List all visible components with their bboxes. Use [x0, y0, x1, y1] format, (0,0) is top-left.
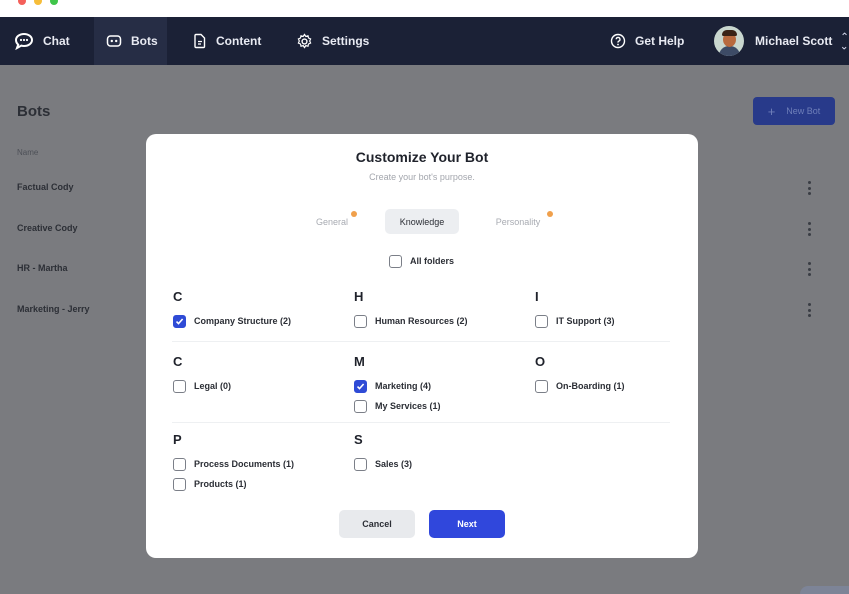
group-letter: O	[535, 354, 546, 369]
folder-label: On-Boarding (1)	[556, 381, 625, 391]
more-options-icon[interactable]	[806, 303, 812, 317]
next-button[interactable]: Next	[429, 510, 505, 538]
chat-bubble-icon	[14, 32, 34, 50]
nav-item-label: Bots	[131, 34, 158, 48]
close-window-button[interactable]	[18, 0, 26, 5]
group-letter: I	[535, 289, 539, 304]
group-letter: H	[354, 289, 364, 304]
background-shape	[800, 586, 849, 594]
maximize-window-button[interactable]	[50, 0, 58, 5]
all-folders-label: All folders	[410, 256, 455, 266]
tab-general[interactable]: General	[309, 209, 357, 234]
cancel-button[interactable]: Cancel	[339, 510, 415, 538]
document-icon	[194, 33, 206, 49]
more-options-icon[interactable]	[806, 222, 812, 236]
get-help-button[interactable]: Get Help	[610, 17, 684, 65]
user-menu[interactable]: Michael Scott ⌃ ⌃	[714, 17, 849, 65]
gear-icon	[297, 32, 312, 49]
row-divider	[172, 341, 670, 342]
folder-checkbox[interactable]	[535, 315, 548, 328]
nav-item-label: Content	[216, 34, 262, 48]
name-column-header: Name	[17, 148, 39, 157]
tab-label: Knowledge	[399, 216, 445, 227]
folder-label: Process Documents (1)	[194, 459, 295, 469]
folder-checkbox[interactable]	[354, 380, 367, 393]
nav-item-bots[interactable]: Bots	[94, 17, 167, 65]
tab-personality[interactable]: Personality	[489, 209, 553, 234]
folder-checkbox[interactable]	[354, 458, 367, 471]
nav-item-settings[interactable]: Settings	[296, 17, 369, 65]
chevron-up-down-icon: ⌃ ⌃	[840, 32, 849, 51]
folder-label: My Services (1)	[375, 401, 441, 411]
more-options-icon[interactable]	[806, 181, 812, 195]
avatar	[714, 26, 744, 56]
folder-label: Sales (3)	[375, 459, 413, 469]
plus-icon: +	[767, 103, 776, 119]
folder-checkbox[interactable]	[173, 315, 186, 328]
new-bot-label: New Bot	[786, 106, 821, 116]
folder-checkbox[interactable]	[173, 458, 186, 471]
bot-list-item[interactable]: Factual Cody	[17, 182, 74, 192]
folder-checkbox[interactable]	[173, 478, 186, 491]
all-folders-checkbox[interactable]	[389, 255, 402, 268]
folder-checkbox[interactable]	[354, 400, 367, 413]
top-navigation: Chat Bots Content Settings Get Help Mich…	[0, 17, 849, 65]
nav-item-label: Chat	[43, 34, 70, 48]
get-help-label: Get Help	[635, 34, 685, 48]
folder-checkbox[interactable]	[173, 380, 186, 393]
group-letter: P	[173, 432, 182, 447]
minimize-window-button[interactable]	[34, 0, 42, 5]
bot-list-item[interactable]: HR - Martha	[17, 263, 68, 273]
new-bot-button[interactable]: + New Bot	[753, 97, 835, 125]
nav-item-chat[interactable]: Chat	[14, 17, 70, 65]
group-letter: S	[354, 432, 363, 447]
bot-list-item[interactable]: Marketing - Jerry	[17, 304, 90, 314]
nav-item-content[interactable]: Content	[193, 17, 261, 65]
group-letter: C	[173, 354, 183, 369]
tab-label: General	[315, 216, 349, 227]
question-circle-icon	[610, 33, 626, 49]
folder-label: Products (1)	[194, 479, 247, 489]
bot-list-item[interactable]: Creative Cody	[17, 223, 78, 233]
nav-item-label: Settings	[322, 34, 370, 48]
page-title: Bots	[17, 103, 51, 120]
dialog-title: Customize Your Bot	[355, 149, 489, 165]
user-name: Michael Scott	[755, 34, 833, 48]
folder-checkbox[interactable]	[535, 380, 548, 393]
group-letter: M	[354, 354, 365, 369]
bot-icon	[106, 35, 122, 47]
folder-checkbox[interactable]	[354, 315, 367, 328]
folder-label: Marketing (4)	[375, 381, 432, 391]
folder-label: IT Support (3)	[556, 316, 615, 326]
tab-knowledge[interactable]: Knowledge	[385, 209, 459, 234]
more-options-icon[interactable]	[806, 262, 812, 276]
folder-label: Legal (0)	[194, 381, 232, 391]
customize-bot-dialog: Customize Your Bot Create your bot's pur…	[146, 134, 698, 558]
dialog-subtitle: Create your bot's purpose.	[369, 172, 475, 182]
attention-dot-icon	[351, 211, 357, 217]
tab-label: Personality	[495, 216, 541, 227]
window-titlebar	[0, 0, 849, 17]
row-divider	[172, 422, 670, 423]
folder-label: Company Structure (2)	[194, 316, 292, 326]
attention-dot-icon	[547, 211, 553, 217]
group-letter: C	[173, 289, 183, 304]
folder-label: Human Resources (2)	[375, 316, 468, 326]
